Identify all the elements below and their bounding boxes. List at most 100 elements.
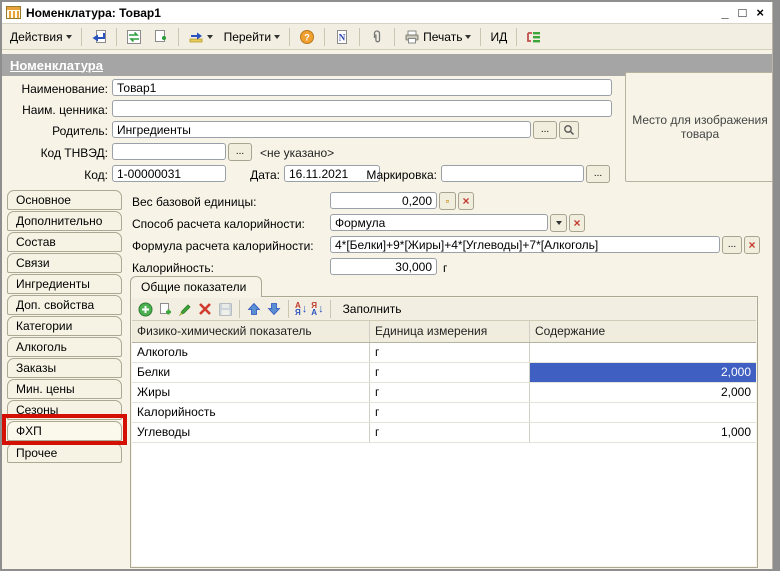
- catalog-item-icon: [6, 6, 21, 19]
- cell-indicator[interactable]: Калорийность: [132, 403, 370, 422]
- sidebar-tab-fhp[interactable]: ФХП: [7, 421, 122, 441]
- tnved-hint: <не указано>: [260, 144, 334, 162]
- sidebar-tab-svyazi[interactable]: Связи: [7, 253, 122, 273]
- save-row-icon: [218, 302, 233, 317]
- formula-clear-button[interactable]: ×: [744, 236, 760, 254]
- goto-icon-button[interactable]: [184, 27, 217, 47]
- cell-unit[interactable]: г: [370, 403, 530, 422]
- cell-indicator[interactable]: Белки: [132, 363, 370, 382]
- code-input[interactable]: [112, 165, 226, 182]
- maximize-button[interactable]: □: [739, 6, 747, 20]
- cell-indicator[interactable]: Алкоголь: [132, 343, 370, 362]
- marking-label: Маркировка:: [360, 166, 437, 184]
- print-menu-button[interactable]: Печать: [400, 27, 475, 47]
- goto-menu-button[interactable]: Перейти: [220, 27, 285, 47]
- main-toolbar: Действия: [2, 24, 772, 50]
- column-header-unit[interactable]: Единица измерения: [370, 321, 530, 342]
- parent-select-button[interactable]: ...: [533, 121, 557, 139]
- sidebar-tab-ingredienty[interactable]: Ингредиенты: [7, 274, 122, 294]
- svg-text:?: ?: [304, 32, 310, 42]
- edit-row-button[interactable]: [177, 301, 193, 317]
- cell-content-selected[interactable]: 2,000: [530, 363, 756, 382]
- title-bar: Номенклатура: Товар1 _ □ ×: [2, 2, 772, 24]
- chevron-down-icon: [66, 35, 72, 39]
- method-dropdown-button[interactable]: [550, 214, 567, 232]
- name-input[interactable]: [112, 79, 612, 96]
- tab-general-indicators[interactable]: Общие показатели: [130, 276, 262, 297]
- minimize-button[interactable]: _: [721, 6, 728, 20]
- copy-row-button[interactable]: [157, 301, 173, 317]
- sidebar-tab-prochee[interactable]: Прочее: [7, 443, 122, 463]
- add-row-button[interactable]: [137, 301, 153, 317]
- sort-ascending-button[interactable]: АЯ ↓: [295, 302, 307, 316]
- cell-indicator[interactable]: Жиры: [132, 383, 370, 402]
- refresh-icon: [126, 29, 142, 45]
- delete-row-button[interactable]: [197, 301, 213, 317]
- cell-unit[interactable]: г: [370, 383, 530, 402]
- move-up-button[interactable]: [246, 301, 262, 317]
- marking-input[interactable]: [441, 165, 584, 182]
- marking-select-button[interactable]: ...: [586, 165, 610, 183]
- cell-content[interactable]: 1,000: [530, 423, 756, 442]
- method-clear-button[interactable]: ×: [569, 214, 585, 232]
- calories-label: Калорийность:: [132, 259, 214, 277]
- svg-text:N: N: [339, 32, 346, 42]
- cell-indicator[interactable]: Углеводы: [132, 423, 370, 442]
- sidebar-tab-osnovnoe[interactable]: Основное: [7, 190, 122, 210]
- chevron-down-icon: [465, 35, 471, 39]
- table-row[interactable]: Углеводы г 1,000: [132, 423, 756, 443]
- sidebar-tab-sezony[interactable]: Сезоны: [7, 400, 122, 420]
- structure-button[interactable]: [522, 27, 546, 47]
- fill-button[interactable]: Заполнить: [337, 300, 408, 318]
- pricetag-name-label: Наим. ценника:: [2, 101, 108, 119]
- method-input[interactable]: [330, 214, 548, 231]
- cell-content[interactable]: [530, 403, 756, 422]
- copy-add-icon: [158, 302, 173, 317]
- sidebar-tab-dopolnitelno[interactable]: Дополнительно: [7, 211, 122, 231]
- cell-content[interactable]: 2,000: [530, 383, 756, 402]
- sidebar-tab-zakazy[interactable]: Заказы: [7, 358, 122, 378]
- sidebar-tab-alkogol[interactable]: Алкоголь: [7, 337, 122, 357]
- close-button[interactable]: ×: [756, 6, 764, 20]
- tnved-input[interactable]: [112, 143, 226, 160]
- arrow-down-icon: [267, 302, 281, 316]
- parent-open-button[interactable]: [559, 121, 579, 139]
- table-row[interactable]: Жиры г 2,000: [132, 383, 756, 403]
- weight-calculator-button[interactable]: [439, 192, 456, 210]
- sidebar-tab-kategorii[interactable]: Категории: [7, 316, 122, 336]
- hierarchy-icon: [526, 29, 542, 45]
- write-button[interactable]: [87, 27, 111, 47]
- cell-content[interactable]: [530, 343, 756, 362]
- help-button[interactable]: ?: [295, 27, 319, 47]
- formula-select-button[interactable]: ...: [722, 236, 742, 254]
- table-row[interactable]: Белки г 2,000: [132, 363, 756, 383]
- attachments-button[interactable]: [365, 27, 389, 47]
- calories-input[interactable]: [330, 258, 437, 275]
- actions-menu-button[interactable]: Действия: [6, 27, 76, 47]
- column-header-content[interactable]: Содержание: [530, 321, 756, 342]
- table-row[interactable]: Алкоголь г: [132, 343, 756, 363]
- id-button[interactable]: ИД: [486, 27, 511, 47]
- column-header-indicator[interactable]: Физико-химический показатель: [132, 321, 370, 342]
- sidebar-tab-sostav[interactable]: Состав: [7, 232, 122, 252]
- cell-unit[interactable]: г: [370, 343, 530, 362]
- cell-unit[interactable]: г: [370, 363, 530, 382]
- sort-descending-button[interactable]: ЯА ↓: [311, 302, 323, 316]
- open-document-button[interactable]: N: [330, 27, 354, 47]
- nomenclature-link[interactable]: Номенклатура: [10, 58, 103, 73]
- sidebar-tab-min-tseny[interactable]: Мин. цены: [7, 379, 122, 399]
- weight-clear-button[interactable]: ×: [458, 192, 474, 210]
- table-row[interactable]: Калорийность г: [132, 403, 756, 423]
- reread-button[interactable]: [122, 27, 146, 47]
- sidebar-tab-dop-svoystva[interactable]: Доп. свойства: [7, 295, 122, 315]
- weight-input[interactable]: [330, 192, 437, 209]
- pricetag-name-input[interactable]: [112, 100, 612, 117]
- paperclip-icon: [369, 29, 385, 45]
- cell-unit[interactable]: г: [370, 423, 530, 442]
- parent-input[interactable]: [112, 121, 531, 138]
- copy-button[interactable]: [149, 27, 173, 47]
- tnved-select-button[interactable]: ...: [228, 143, 252, 161]
- parent-label: Родитель:: [2, 122, 108, 140]
- formula-input[interactable]: [330, 236, 720, 253]
- move-down-button[interactable]: [266, 301, 282, 317]
